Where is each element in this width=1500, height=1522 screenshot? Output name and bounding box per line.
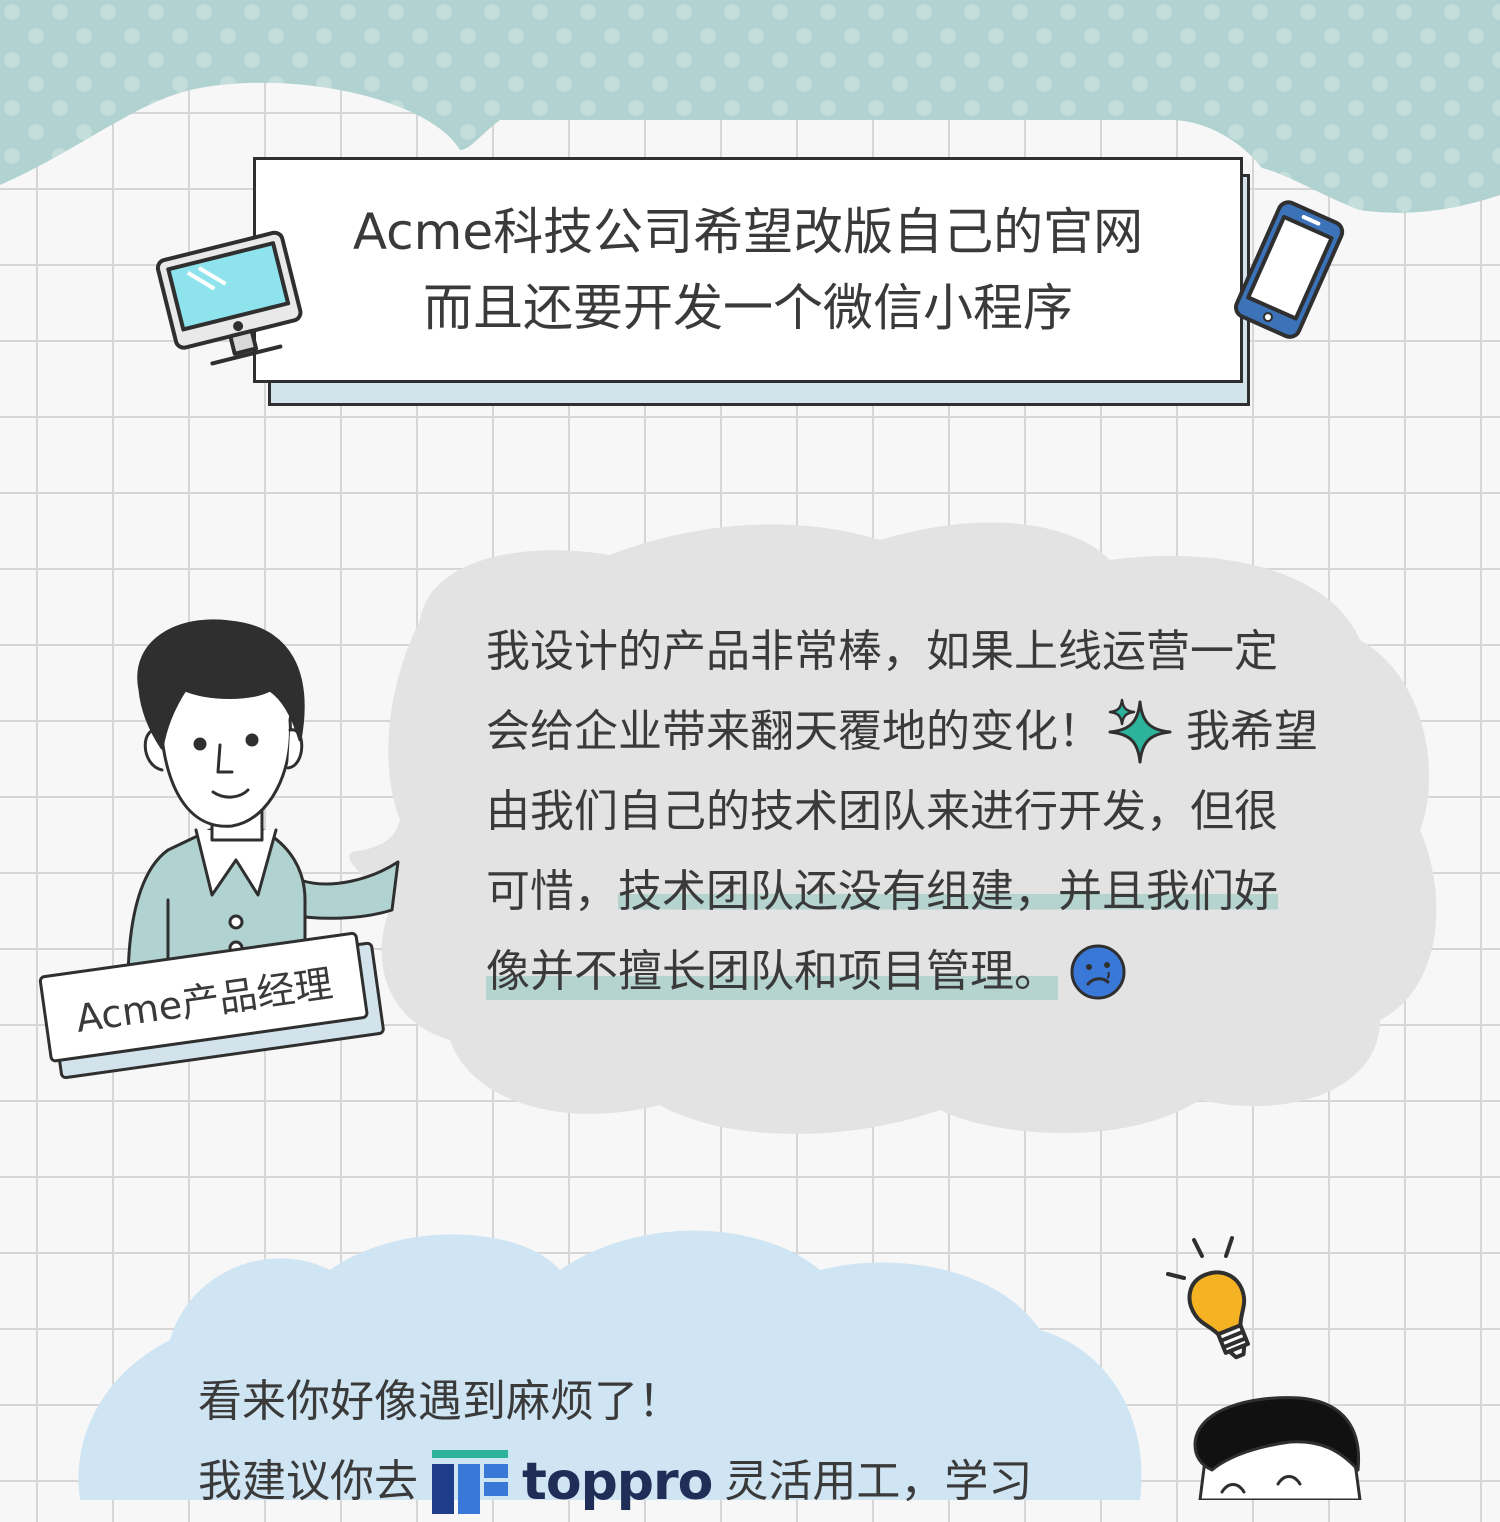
title-card: Acme科技公司希望改版自己的官网 而且还要开发一个微信小程序 (253, 157, 1243, 383)
advice-line-2-start: 我建议你去 (198, 1456, 418, 1507)
advice-line-2-end: 灵活用工，学习 (724, 1456, 1033, 1507)
phone-icon (1234, 200, 1345, 339)
speech-row-4-start: 可惜， (486, 866, 618, 917)
advice-line-2: 我建议你去 toppro 灵活用工，学习 (198, 1442, 1032, 1522)
advice-text: 看来你好像遇到麻烦了！ 我建议你去 toppro 灵活用工，学习 (198, 1362, 1032, 1522)
advice-line-1: 看来你好像遇到麻烦了！ (198, 1376, 682, 1427)
toppro-logo-icon (432, 1450, 508, 1514)
speech-row-4: 可惜，技术团队还没有组建，并且我们好 (486, 852, 1386, 932)
speech-text: 我设计的产品非常棒，如果上线运营一定 会给企业带来翻天覆地的变化！ 我希望 由我… (486, 612, 1386, 1012)
speech-row-3: 由我们自己的技术团队来进行开发，但很 (486, 786, 1278, 837)
sparkle-icon (1108, 698, 1172, 764)
speech-row-2-text: 会给企业带来翻天覆地的变化！ (486, 706, 1102, 757)
speech-row-1: 我设计的产品非常棒，如果上线运营一定 (486, 626, 1278, 677)
title-line-1: Acme科技公司希望改版自己的官网 (352, 203, 1144, 261)
sad-face-icon (1070, 944, 1126, 1000)
speech-row-2-end: 我希望 (1186, 706, 1318, 757)
speech-row-4-highlight: 技术团队还没有组建，并且我们好 (618, 866, 1278, 917)
title-line-2: 而且还要开发一个微信小程序 (423, 279, 1073, 337)
monitor-icon (155, 230, 303, 366)
speech-row-5-highlight: 像并不擅长团队和项目管理。 (486, 932, 1058, 1012)
lightbulb-icon (1166, 1236, 1250, 1360)
speech-row-5: 像并不擅长团队和项目管理。 (486, 932, 1386, 1012)
helper-character (1193, 1396, 1362, 1500)
toppro-brand-text[interactable]: toppro (522, 1442, 713, 1522)
speech-row-2: 会给企业带来翻天覆地的变化！ 我希望 (486, 692, 1386, 772)
